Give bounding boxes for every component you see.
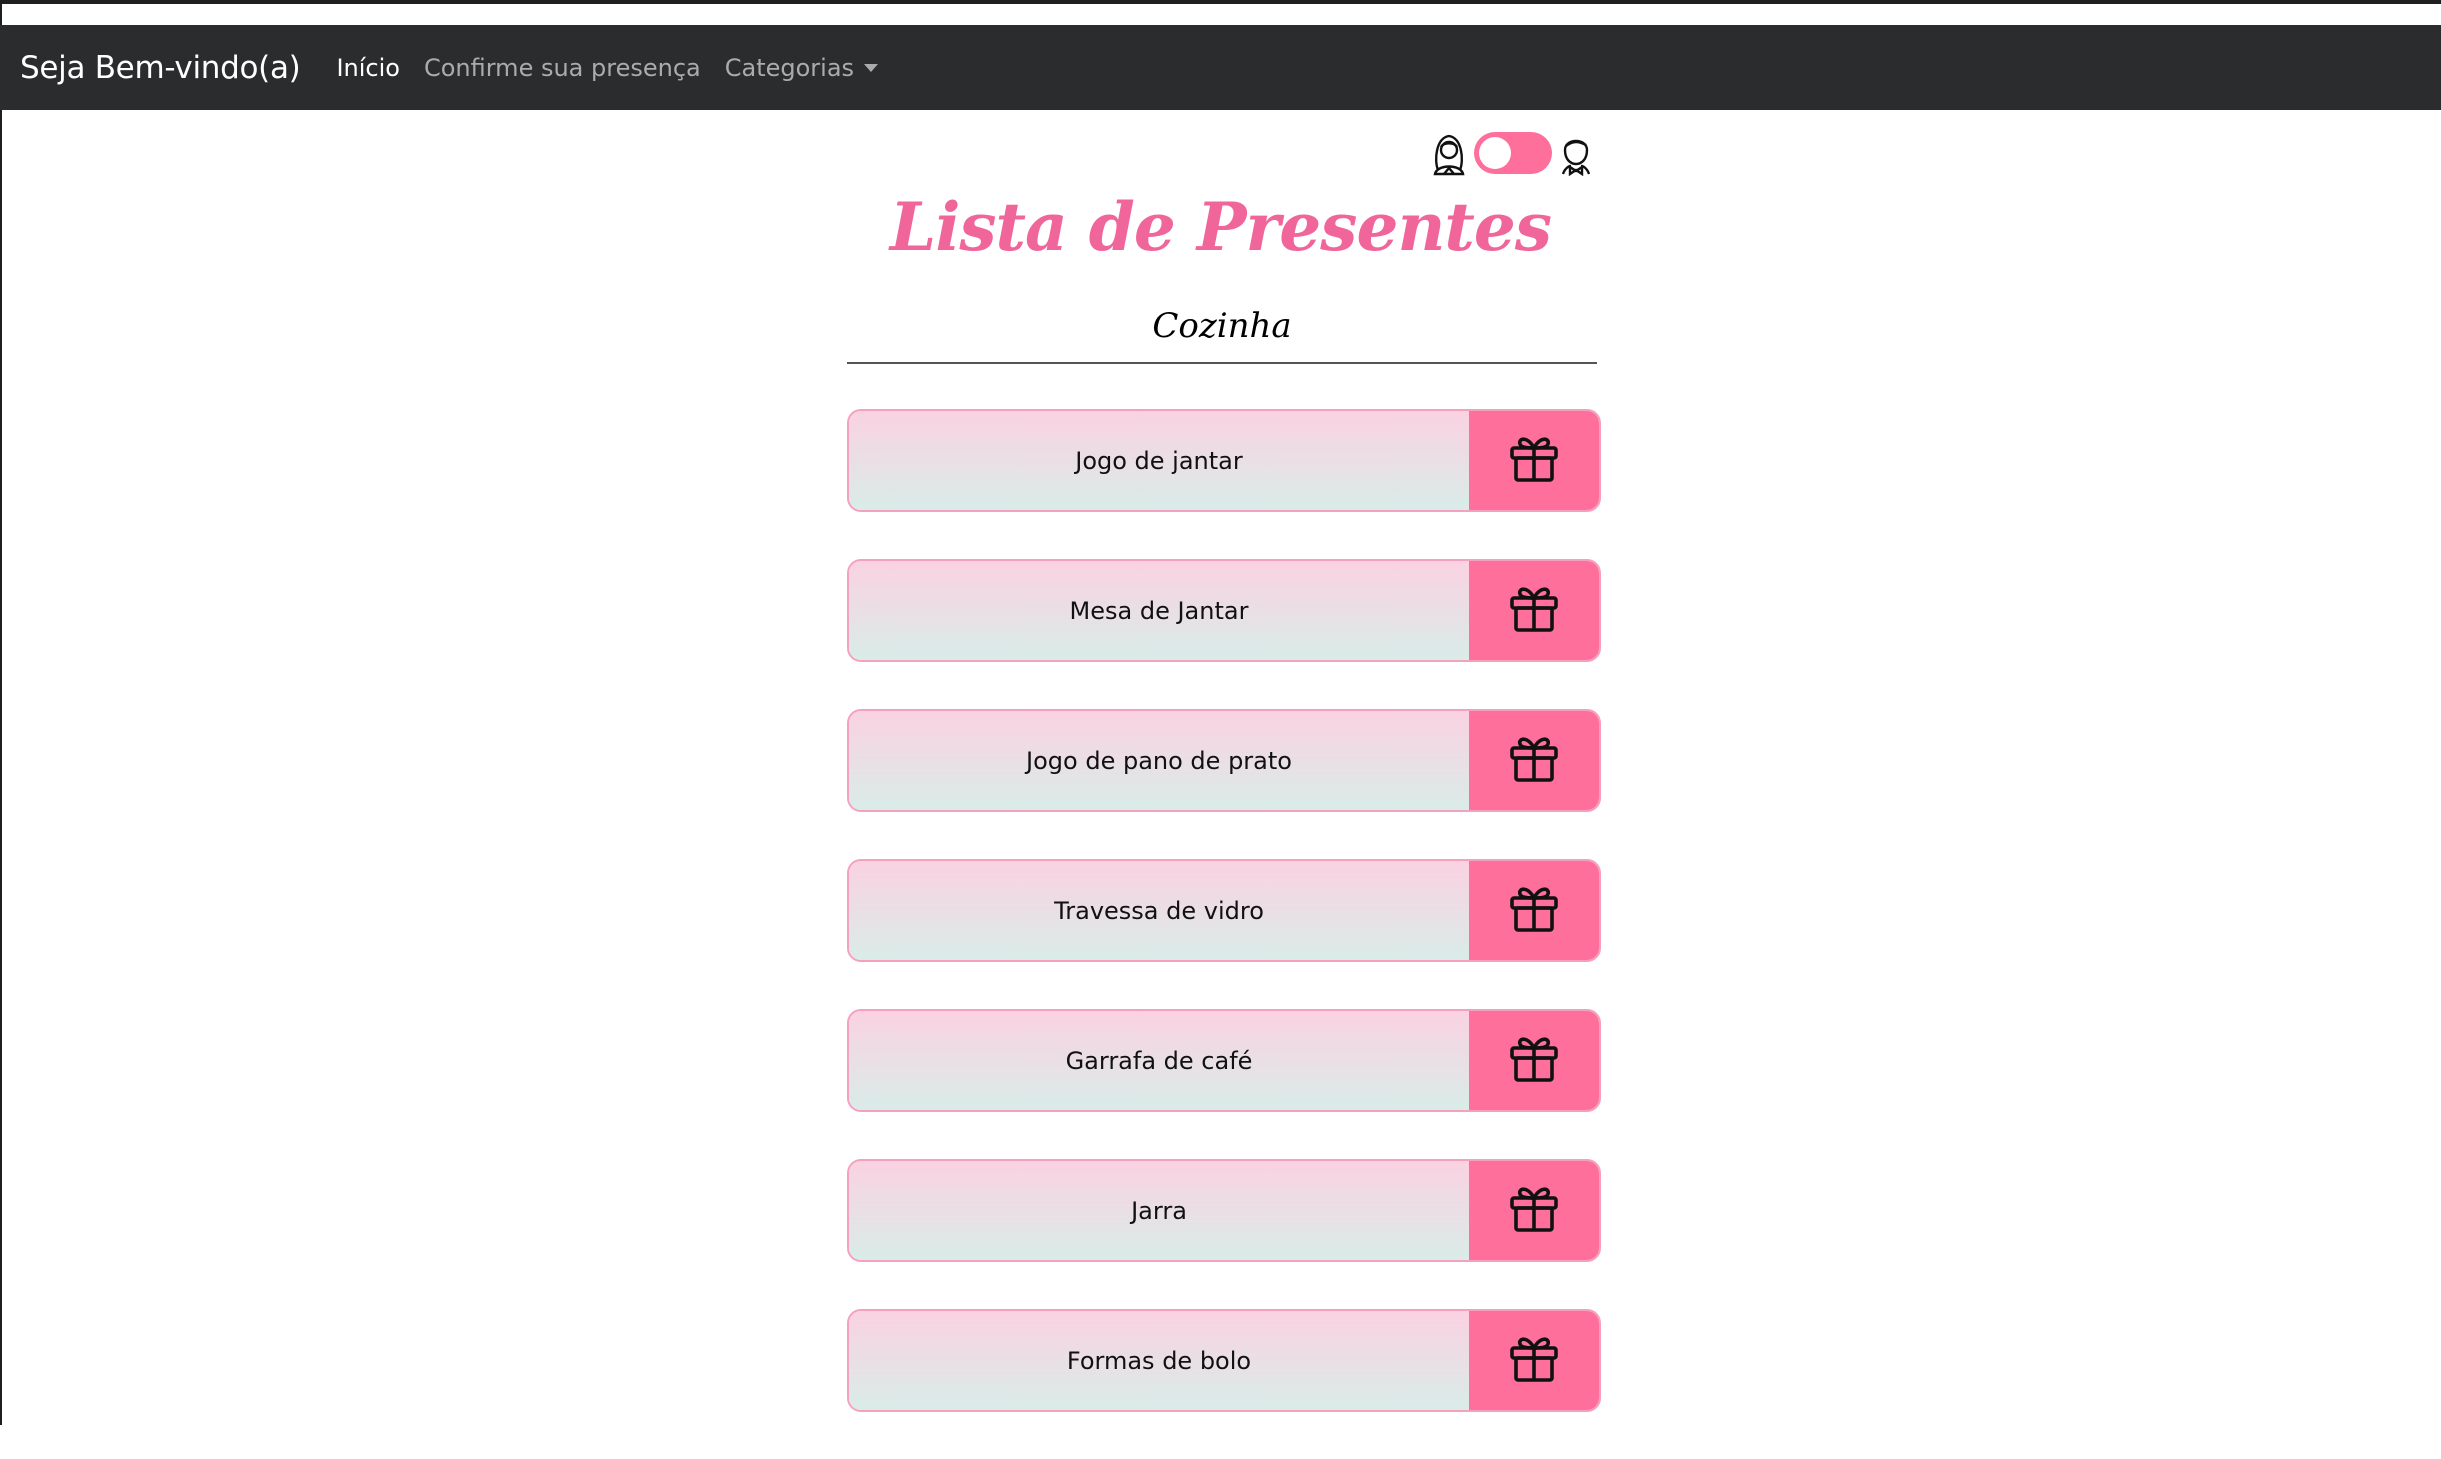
gift-icon <box>1506 580 1562 641</box>
gift-button[interactable] <box>1469 411 1599 510</box>
gift-item: Garrafa de café <box>847 1009 1601 1112</box>
theme-toggle <box>1430 128 1595 178</box>
gift-name: Jarra <box>849 1161 1469 1260</box>
nav-link-inicio[interactable]: Início <box>336 54 400 82</box>
gift-item: Formas de bolo <box>847 1309 1601 1412</box>
chevron-down-icon <box>864 63 879 72</box>
switch-knob <box>1478 137 1511 169</box>
gift-icon <box>1506 880 1562 941</box>
category-heading: Cozinha <box>1152 306 1292 346</box>
gift-name: Travessa de vidro <box>849 861 1469 960</box>
gift-item: Jogo de jantar <box>847 409 1601 512</box>
gift-button[interactable] <box>1469 861 1599 960</box>
gift-item: Jarra <box>847 1159 1601 1262</box>
gift-icon <box>1506 1180 1562 1241</box>
gift-icon <box>1506 1330 1562 1391</box>
nav-link-confirme[interactable]: Confirme sua presença <box>424 54 701 82</box>
gift-button[interactable] <box>1469 1011 1599 1110</box>
gift-icon <box>1506 430 1562 491</box>
nav-link-categorias[interactable]: Categorias <box>724 53 879 82</box>
gift-button[interactable] <box>1469 1161 1599 1260</box>
bride-icon <box>1430 130 1468 176</box>
gift-icon <box>1506 1030 1562 1091</box>
gift-item: Travessa de vidro <box>847 859 1601 962</box>
gift-name: Garrafa de café <box>849 1011 1469 1110</box>
gift-name: Jogo de jantar <box>849 411 1469 510</box>
groom-icon <box>1557 130 1595 176</box>
divider <box>847 362 1597 364</box>
navbar: Seja Bem-vindo(a) Início Confirme sua pr… <box>0 25 2441 110</box>
theme-switch[interactable] <box>1473 132 1552 174</box>
window-top-border <box>0 0 2441 4</box>
gift-name: Jogo de pano de prato <box>849 711 1469 810</box>
gift-icon <box>1506 730 1562 791</box>
page-title: Lista de Presentes <box>889 188 1552 266</box>
gift-name: Mesa de Jantar <box>849 561 1469 660</box>
gift-button[interactable] <box>1469 561 1599 660</box>
gift-name: Formas de bolo <box>849 1311 1469 1410</box>
gift-button[interactable] <box>1469 1311 1599 1410</box>
gift-list: Jogo de jantar Mesa de Jantar Jogo de pa… <box>847 409 1601 1459</box>
gift-item: Mesa de Jantar <box>847 559 1601 662</box>
gift-button[interactable] <box>1469 711 1599 810</box>
gift-item: Jogo de pano de prato <box>847 709 1601 812</box>
nav-link-categorias-label: Categorias <box>724 53 855 82</box>
navbar-brand[interactable]: Seja Bem-vindo(a) <box>20 50 301 86</box>
